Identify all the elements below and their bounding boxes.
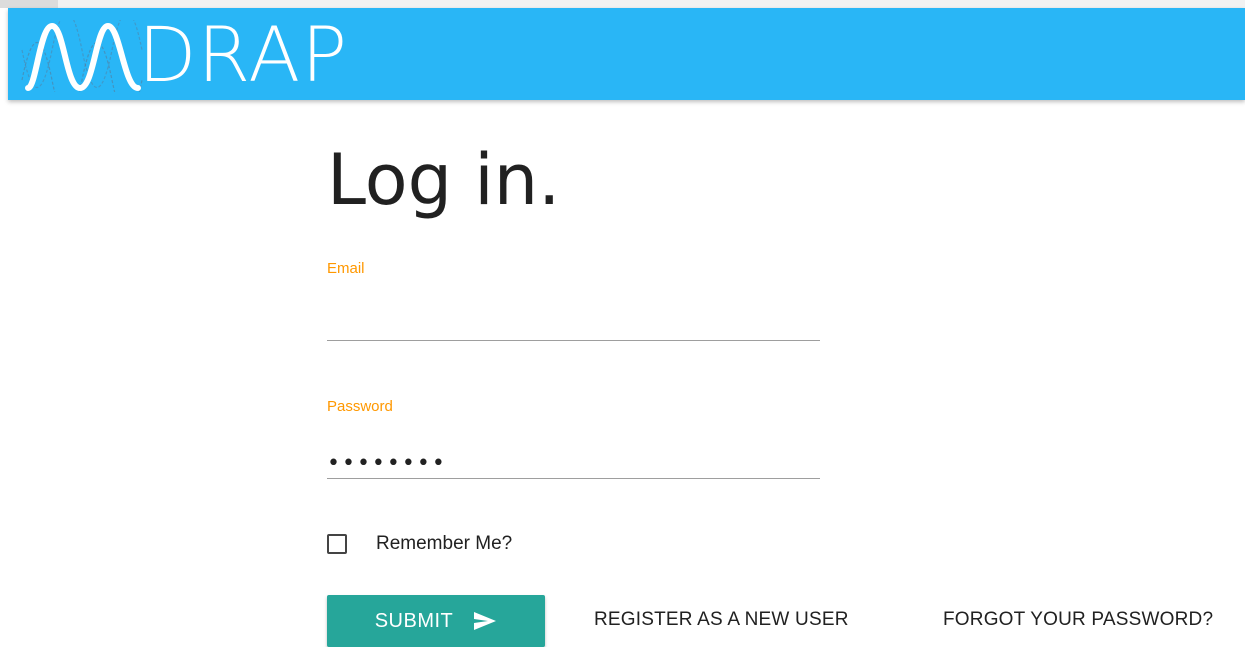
forgot-password-link[interactable]: FORGOT YOUR PASSWORD? [943, 609, 1213, 631]
top-strip-corner [0, 0, 58, 8]
register-link[interactable]: REGISTER AS A NEW USER [594, 609, 849, 631]
app-header: DRAP [8, 8, 1245, 100]
wave-logo-icon [21, 20, 143, 92]
email-input[interactable] [327, 310, 820, 341]
email-field-group: Email [327, 260, 820, 342]
remember-me-checkbox[interactable] [327, 534, 347, 554]
send-icon [474, 612, 497, 630]
login-content: Log in. Email Password Remember Me? SUBM… [327, 100, 1227, 647]
submit-label: SUBMIT [374, 609, 454, 632]
password-input[interactable] [327, 448, 820, 479]
logo-text: DRAP [138, 10, 349, 99]
form-actions: SUBMIT REGISTER AS A NEW USER FORGOT YOU… [327, 595, 1227, 647]
submit-button[interactable]: SUBMIT [327, 595, 545, 647]
browser-top-strip [0, 0, 1245, 8]
logo[interactable]: DRAP [20, 12, 348, 98]
remember-me: Remember Me? [327, 533, 512, 555]
page-title: Log in. [327, 139, 561, 221]
password-field-group: Password [327, 398, 820, 480]
password-label: Password [327, 398, 393, 415]
email-label: Email [327, 260, 365, 277]
remember-me-label[interactable]: Remember Me? [376, 533, 512, 555]
